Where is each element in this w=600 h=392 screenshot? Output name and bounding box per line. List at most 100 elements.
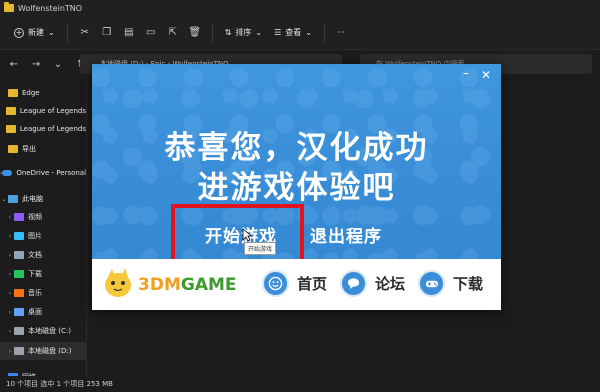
toolbar-divider <box>66 23 68 42</box>
cut-button[interactable]: ✂ <box>74 23 96 43</box>
smile-icon <box>262 270 289 297</box>
dialog-footer: 3DMGAME 首页 论坛 下载 <box>92 259 501 310</box>
view-icon: ☰ <box>274 28 282 37</box>
headline-line-2: 进游戏体验吧 <box>197 170 396 206</box>
download-link[interactable]: 下载 <box>418 270 483 297</box>
window-title: WolfensteinTNO <box>18 3 83 13</box>
highlight-annotation <box>171 204 304 264</box>
sidebar-item-drive-c[interactable]: › 本地磁盘 (C:) <box>0 322 86 340</box>
sidebar-item-music[interactable]: › 音乐 <box>0 284 86 302</box>
chevron-right-icon[interactable]: › <box>6 348 14 355</box>
folder-icon <box>5 125 16 133</box>
sidebar-item-pictures[interactable]: › 图片 <box>0 227 86 245</box>
brand-logo-text: 3DMGAME <box>138 275 237 295</box>
rename-button[interactable]: ▭ <box>140 23 162 43</box>
document-icon <box>14 251 24 259</box>
share-icon: ⇱ <box>168 27 177 38</box>
sidebar-item-label: League of Legends <box>19 125 86 133</box>
home-link-label: 首页 <box>297 275 328 293</box>
sidebar-item-videos[interactable]: › 视频 <box>0 208 86 226</box>
brand-logo-3dm: 3DM <box>138 275 181 295</box>
folder-icon <box>8 145 18 153</box>
sidebar-item-label: League of Legends <box>19 107 86 115</box>
toolbar-divider <box>211 23 213 42</box>
chat-icon <box>340 270 367 297</box>
chevron-right-icon[interactable]: › <box>6 309 14 316</box>
dialog-banner: – ✕ 恭喜您，汉化成功 进游戏体验吧 开始游戏 退出程序 开始游戏 <box>92 64 501 264</box>
chevron-down-icon: ⌄ <box>48 28 55 37</box>
cloud-icon <box>2 170 13 176</box>
scissors-icon: ✂ <box>80 27 89 38</box>
chevron-down-icon: ⌄ <box>305 28 312 37</box>
new-button[interactable]: + 新建 ⌄ <box>8 23 61 43</box>
desktop-icon <box>14 308 24 316</box>
sidebar-item-label: 图片 <box>28 232 42 240</box>
share-button[interactable]: ⇱ <box>162 23 184 43</box>
sidebar-item-label: 文档 <box>28 251 42 259</box>
pane-divider[interactable] <box>86 78 87 376</box>
sidebar-item-export[interactable]: 导出 <box>0 140 86 158</box>
sidebar-item-documents[interactable]: › 文档 <box>0 246 86 264</box>
sidebar-item-label: OneDrive - Personal <box>16 169 86 177</box>
folder-icon <box>4 2 14 12</box>
brand-logo-game: GAME <box>180 275 237 295</box>
copy-button[interactable]: ❐ <box>96 23 118 43</box>
sidebar-item-league-of-legends[interactable]: League of Legends <box>0 102 86 120</box>
gamepad-icon <box>418 270 445 297</box>
more-button[interactable]: ··· <box>331 23 351 43</box>
paste-button[interactable]: ▤ <box>118 23 140 43</box>
sidebar-item-label: Edge <box>22 89 40 97</box>
localization-dialog: – ✕ 恭喜您，汉化成功 进游戏体验吧 开始游戏 退出程序 开始游戏 3DMGA… <box>92 64 501 310</box>
chevron-right-icon[interactable]: › <box>6 252 14 259</box>
folder-icon <box>5 107 16 115</box>
folder-icon <box>8 89 18 97</box>
status-bar: 10 个项目 选中 1 个项目 253 MB <box>0 376 600 392</box>
forward-arrow-icon[interactable]: → <box>28 59 44 70</box>
sidebar-item-label: 音乐 <box>28 289 42 297</box>
music-icon <box>14 289 24 297</box>
copy-icon: ❐ <box>102 27 112 38</box>
sidebar-item-downloads[interactable]: › 下载 <box>0 265 86 283</box>
sidebar-item-label: 下载 <box>28 270 42 278</box>
sidebar-item-desktop[interactable]: › 桌面 <box>0 303 86 321</box>
chevron-right-icon[interactable]: › <box>6 328 14 335</box>
sidebar-item-label: 导出 <box>22 145 36 153</box>
sidebar-item-drive-d[interactable]: › 本地磁盘 (D:) <box>0 342 86 360</box>
trash-icon: 🗑 <box>188 27 202 38</box>
sidebar-item-label: 视频 <box>28 213 42 221</box>
forum-link[interactable]: 论坛 <box>340 270 405 297</box>
minimize-button[interactable]: – <box>459 67 473 82</box>
navigation-pane: Edge League of Legends League of Legends… <box>0 78 86 381</box>
mouse-cursor-icon <box>242 228 252 242</box>
sort-icon: ⇅ <box>224 28 232 37</box>
sidebar-item-this-pc[interactable]: ⌄ 此电脑 <box>0 190 86 208</box>
sidebar-item-onedrive[interactable]: › OneDrive - Personal <box>0 164 86 182</box>
delete-button[interactable]: 🗑 <box>184 23 206 43</box>
sidebar-item-league-of-legends-2[interactable]: League of Legends <box>0 120 86 138</box>
chevron-right-icon[interactable]: › <box>6 290 14 297</box>
rename-icon: ▭ <box>145 27 156 38</box>
chevron-right-icon[interactable]: › <box>6 271 14 278</box>
sidebar-item-edge[interactable]: Edge <box>0 84 86 102</box>
sort-button[interactable]: ⇅ 排序 ⌄ <box>219 23 268 43</box>
drive-icon <box>14 327 24 335</box>
chevron-down-icon: ⌄ <box>255 28 263 37</box>
chevron-down-icon[interactable]: ⌄ <box>0 196 8 203</box>
video-icon <box>14 213 24 221</box>
forum-link-label: 论坛 <box>375 275 406 293</box>
3dm-mascot-logo <box>105 268 131 297</box>
home-link[interactable]: 首页 <box>262 270 327 297</box>
recent-chevron-icon[interactable]: ⌄ <box>50 59 66 70</box>
chevron-right-icon[interactable]: › <box>6 214 14 221</box>
view-button[interactable]: ☰ 查看 ⌄ <box>268 23 318 43</box>
tooltip: 开始游戏 <box>244 242 277 255</box>
close-button[interactable]: ✕ <box>479 68 493 82</box>
drive-icon <box>14 347 24 355</box>
download-link-label: 下载 <box>453 275 484 293</box>
status-text: 10 个项目 选中 1 个项目 253 MB <box>6 380 113 388</box>
back-arrow-icon[interactable]: ← <box>6 59 22 70</box>
toolbar-divider <box>323 23 325 42</box>
chevron-right-icon[interactable]: › <box>6 233 14 240</box>
exit-program-button[interactable]: 退出程序 <box>310 222 382 247</box>
download-icon <box>14 270 24 278</box>
